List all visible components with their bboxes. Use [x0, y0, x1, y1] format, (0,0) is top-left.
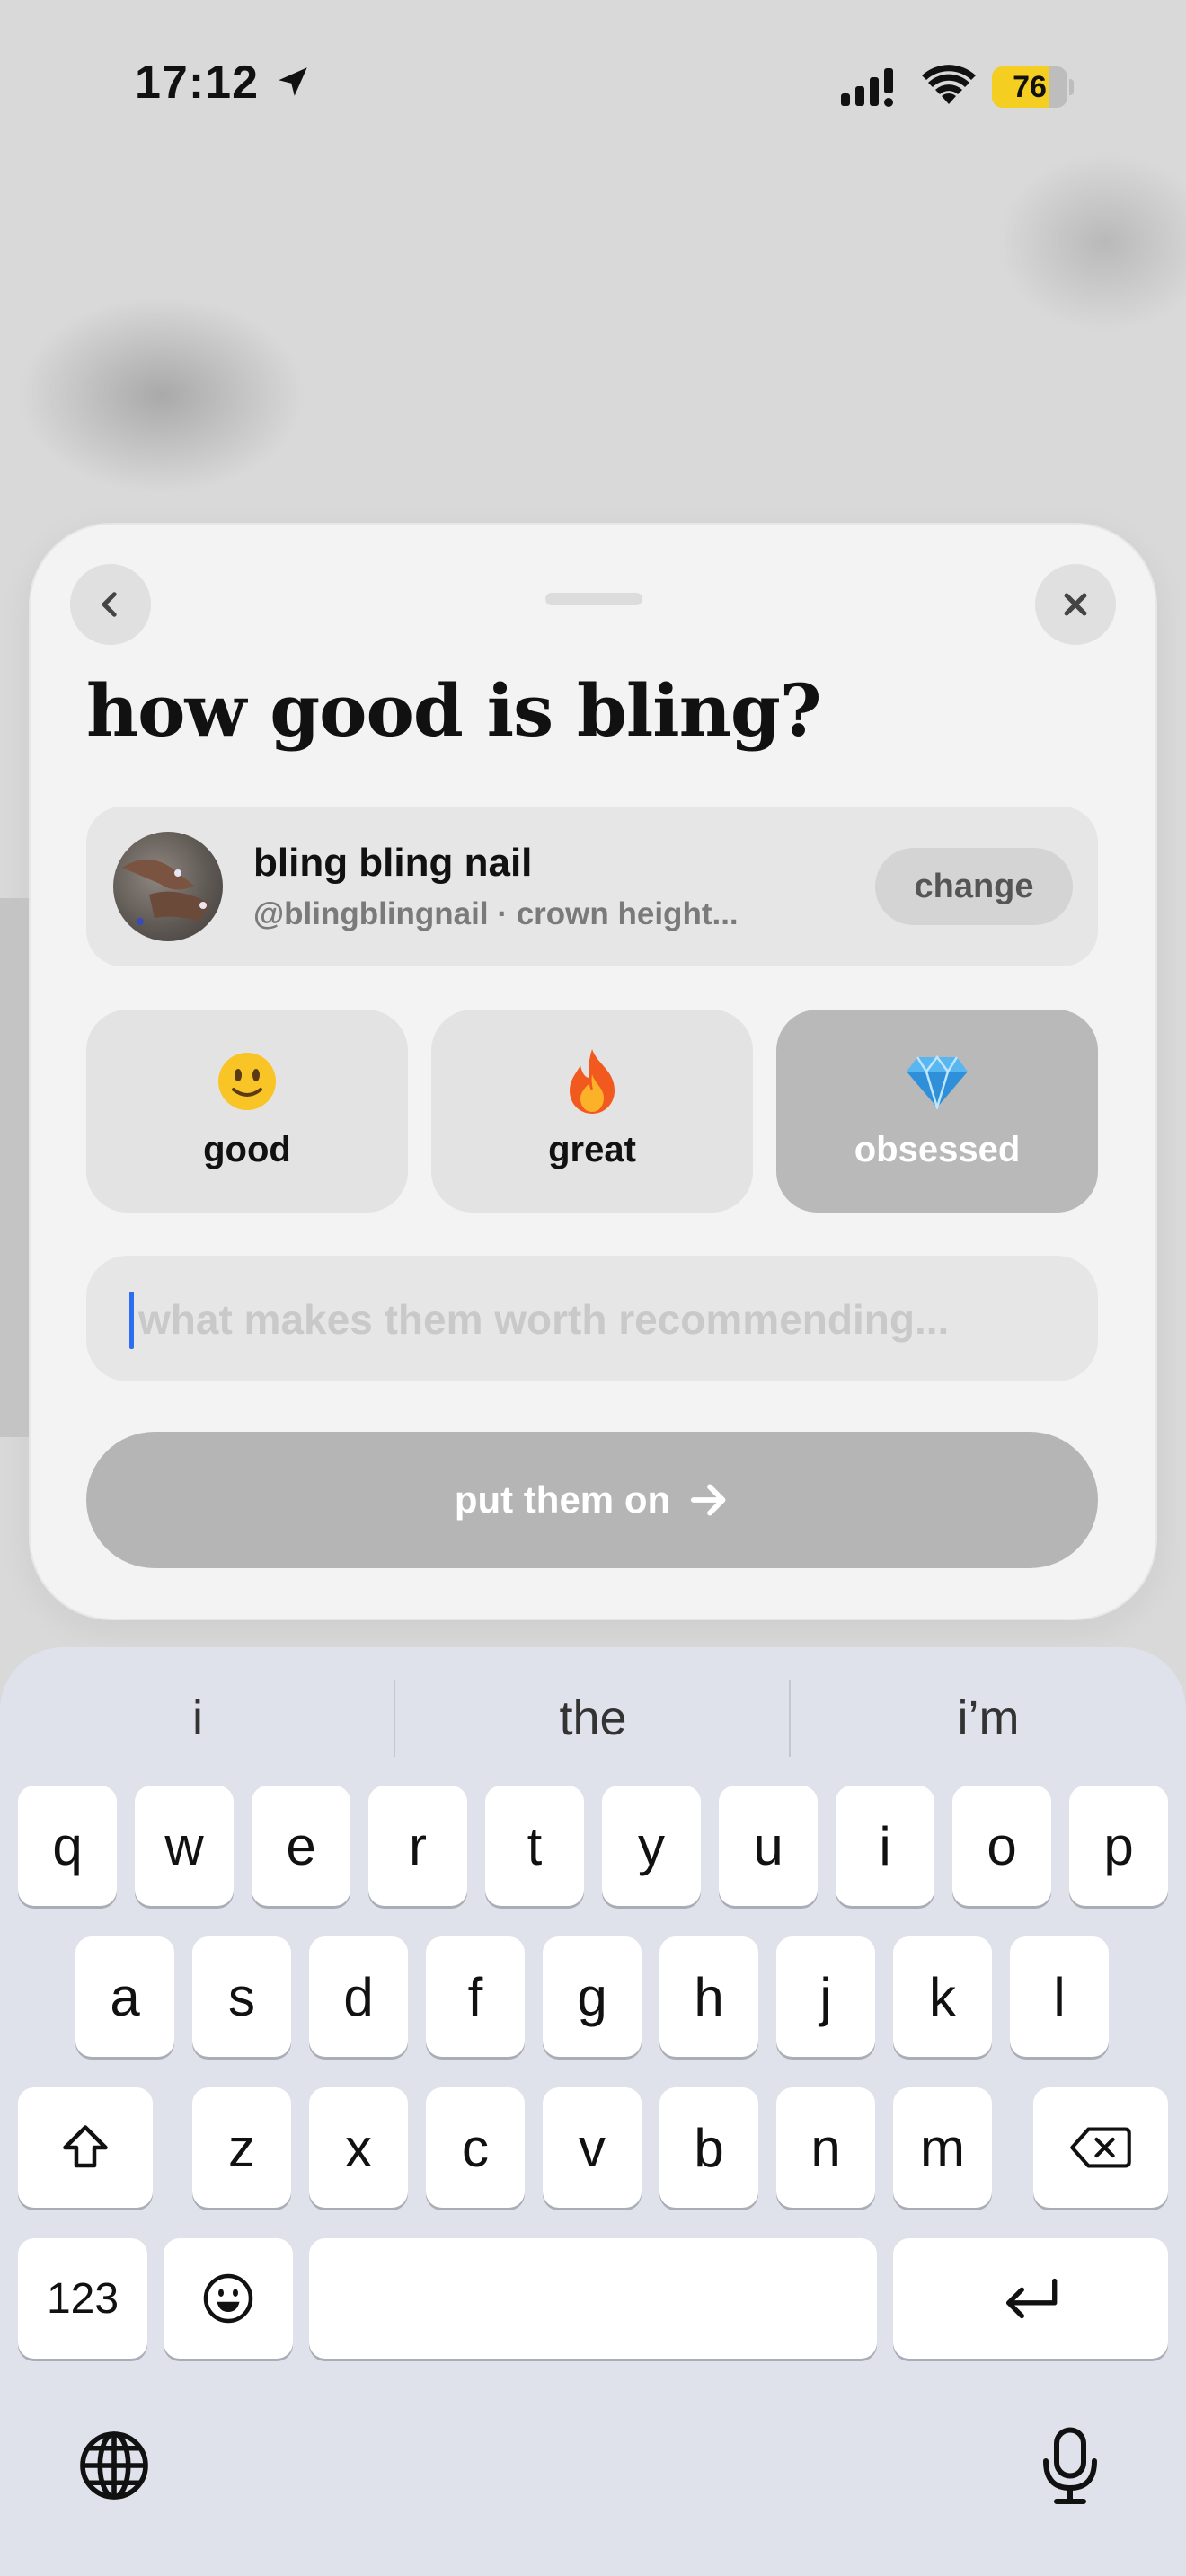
key[interactable]: k — [893, 1936, 992, 2057]
numbers-key[interactable]: 123 — [18, 2238, 147, 2359]
location-arrow-icon — [279, 67, 307, 96]
background-blur — [997, 153, 1186, 332]
key[interactable]: w — [135, 1786, 234, 1906]
rating-label: obsessed — [854, 1130, 1021, 1169]
suggestion-2[interactable]: the — [395, 1685, 791, 1751]
back-button[interactable] — [70, 564, 151, 645]
submit-label: put them on — [454, 1478, 671, 1521]
close-icon — [1064, 593, 1087, 616]
delete-key[interactable] — [1033, 2087, 1168, 2208]
change-business-button[interactable]: change — [875, 848, 1073, 925]
key[interactable]: b — [659, 2087, 758, 2208]
rating-label: great — [548, 1130, 636, 1169]
sheet-grabber[interactable] — [545, 593, 642, 605]
key[interactable]: j — [776, 1936, 875, 2057]
rating-option-great[interactable]: great — [431, 1010, 753, 1213]
battery-icon: 76 — [992, 66, 1074, 108]
key[interactable]: r — [368, 1786, 467, 1906]
key[interactable]: a — [75, 1936, 174, 2057]
gem-icon — [905, 1047, 969, 1116]
key[interactable]: x — [309, 2087, 408, 2208]
rating-label: good — [203, 1130, 291, 1169]
business-handle-location: @blingblingnail · crown height... — [253, 896, 739, 931]
backspace-icon — [1070, 2127, 1131, 2168]
shift-icon — [63, 2125, 108, 2168]
slightly-smiling-face-icon — [216, 1047, 279, 1116]
suggestion-1[interactable]: i — [0, 1685, 395, 1751]
emoji-face-icon — [203, 2273, 253, 2324]
recommendation-placeholder: what makes them worth recommending... — [138, 1296, 950, 1343]
return-icon — [1006, 2278, 1058, 2319]
key[interactable]: o — [952, 1786, 1051, 1906]
business-name: bling bling nail — [253, 841, 533, 885]
keyboard: i the i’m q w e r t y u i o p a s d f g … — [0, 1647, 1186, 2576]
key[interactable]: s — [192, 1936, 291, 2057]
rating-option-good[interactable]: good — [86, 1010, 408, 1213]
key[interactable]: c — [426, 2087, 525, 2208]
key[interactable]: y — [602, 1786, 701, 1906]
battery-level: 76 — [1013, 70, 1047, 104]
text-cursor — [129, 1292, 134, 1349]
suggestion-3[interactable]: i’m — [791, 1685, 1186, 1751]
business-card: bling bling nail @blingblingnail · crown… — [86, 807, 1098, 966]
wifi-icon — [922, 65, 976, 104]
status-time: 17:12 — [135, 57, 259, 109]
key[interactable]: l — [1010, 1936, 1109, 2057]
key[interactable]: d — [309, 1936, 408, 2057]
fire-icon — [562, 1047, 622, 1116]
key[interactable]: i — [836, 1786, 934, 1906]
key[interactable]: q — [18, 1786, 117, 1906]
rating-option-obsessed[interactable]: obsessed — [776, 1010, 1098, 1213]
key[interactable]: z — [192, 2087, 291, 2208]
space-key[interactable] — [309, 2238, 877, 2359]
key[interactable]: f — [426, 1936, 525, 2057]
chevron-left-icon — [102, 592, 117, 617]
globe-button[interactable] — [74, 2425, 155, 2506]
recommendation-text-field[interactable]: what makes them worth recommending... — [86, 1256, 1098, 1381]
key[interactable]: t — [485, 1786, 584, 1906]
key[interactable]: p — [1069, 1786, 1168, 1906]
return-key[interactable] — [893, 2238, 1168, 2359]
background-blur — [18, 296, 305, 494]
key[interactable]: m — [893, 2087, 992, 2208]
key[interactable]: h — [659, 1936, 758, 2057]
page-title: how good is bling? — [86, 668, 822, 753]
key[interactable]: g — [543, 1936, 642, 2057]
key[interactable]: v — [543, 2087, 642, 2208]
key[interactable]: u — [719, 1786, 818, 1906]
emoji-key[interactable] — [164, 2238, 293, 2359]
recommendation-sheet: how good is bling? bling bling nail @bli… — [29, 523, 1157, 1620]
close-button[interactable] — [1035, 564, 1116, 645]
status-bar: 17:12 76 — [0, 0, 1186, 171]
put-them-on-button[interactable]: put them on — [86, 1432, 1098, 1568]
microphone-icon — [1043, 2427, 1097, 2504]
globe-icon — [80, 2431, 148, 2500]
arrow-right-icon — [691, 1484, 726, 1516]
dictation-button[interactable] — [1030, 2422, 1111, 2511]
shift-key[interactable] — [18, 2087, 153, 2208]
key[interactable]: n — [776, 2087, 875, 2208]
cellular-signal-icon — [841, 68, 893, 107]
avatar — [113, 832, 223, 941]
key[interactable]: e — [252, 1786, 350, 1906]
